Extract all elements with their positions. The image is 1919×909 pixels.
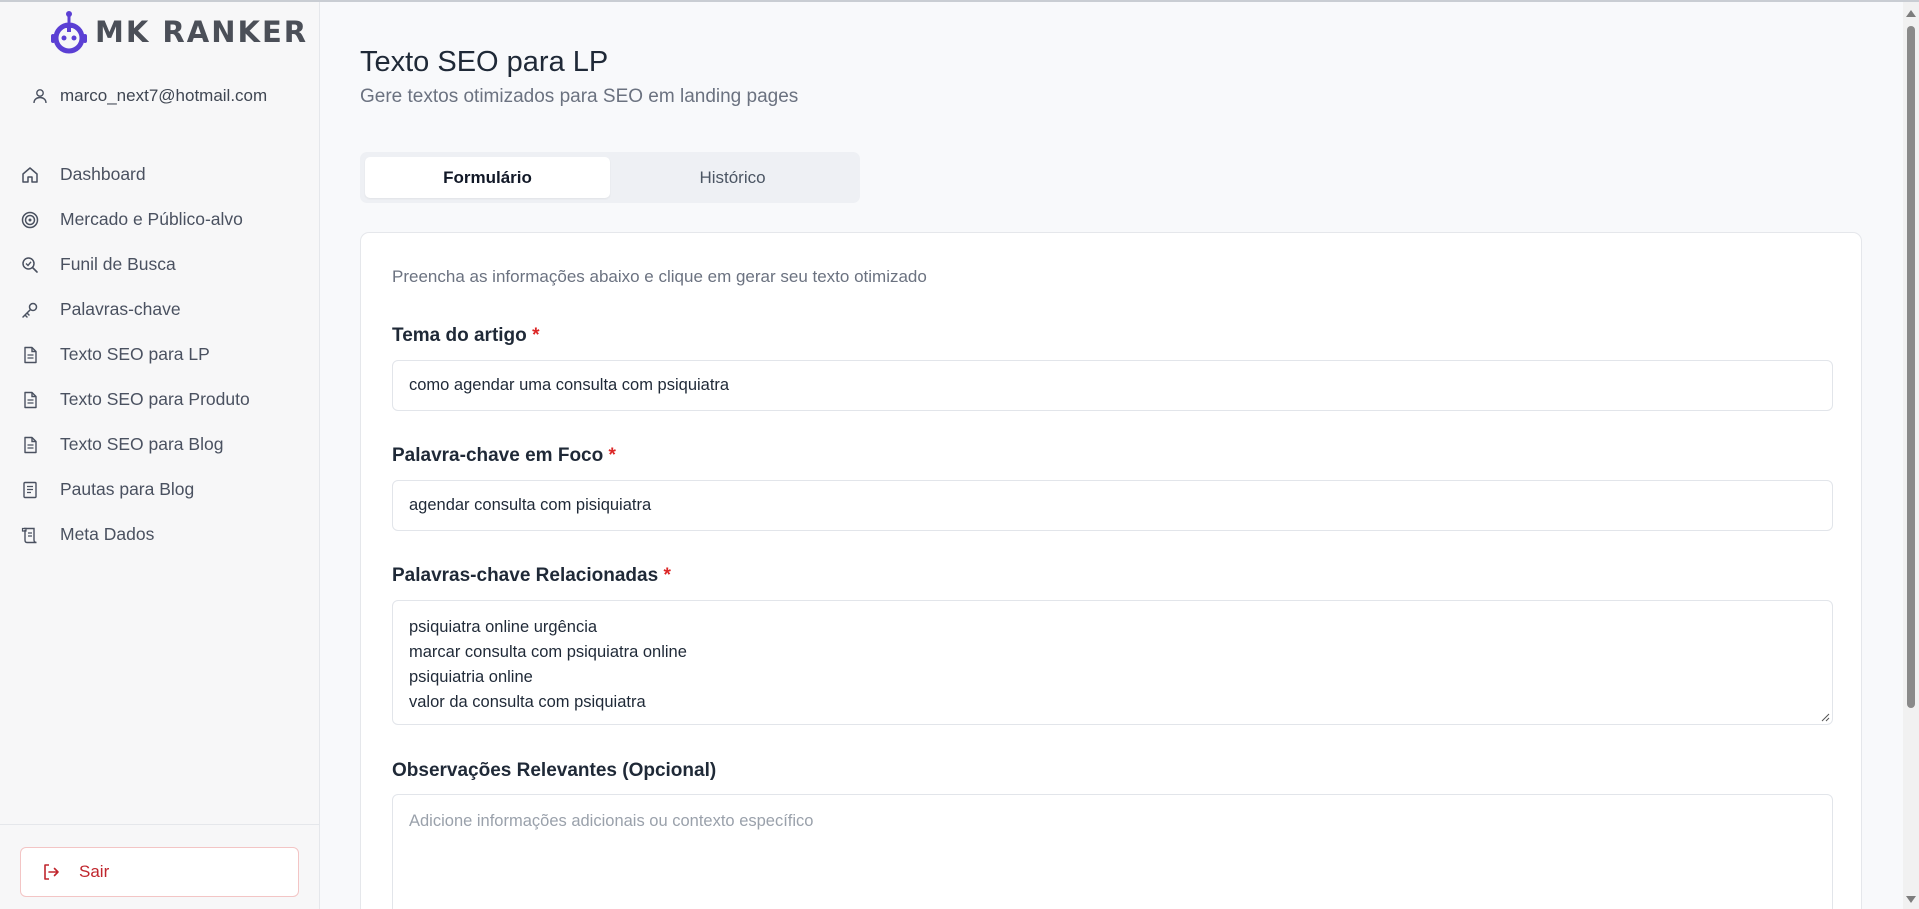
logout-button[interactable]: Sair — [20, 847, 299, 897]
user-info: marco_next7@hotmail.com — [32, 86, 267, 106]
page-scrollbar[interactable] — [1903, 2, 1919, 909]
resize-handle-icon[interactable] — [1820, 712, 1830, 722]
required-marker: * — [663, 565, 671, 586]
sidebar-item-label: Texto SEO para Blog — [60, 434, 224, 454]
logout-label: Sair — [79, 862, 110, 881]
home-icon — [20, 165, 40, 185]
sidebar-item-label: Dashboard — [60, 164, 146, 184]
main-content: Texto SEO para LP Gere textos otimizados… — [321, 2, 1903, 909]
sidebar-item-meta-dados[interactable]: Meta Dados — [0, 512, 320, 557]
form-intro: Preencha as informações abaixo e clique … — [392, 267, 927, 286]
document-icon — [20, 345, 40, 365]
user-icon — [33, 89, 47, 104]
document-icon — [20, 435, 40, 455]
notebook-icon — [20, 480, 40, 500]
sidebar-item-pautas[interactable]: Pautas para Blog — [0, 467, 320, 512]
sidebar-item-label: Meta Dados — [60, 524, 155, 544]
relacionadas-textarea[interactable]: psiquiatra online urgência marcar consul… — [392, 600, 1833, 725]
tema-label: Tema do artigo * — [392, 325, 539, 347]
sidebar-item-texto-blog[interactable]: Texto SEO para Blog — [0, 422, 320, 467]
logo[interactable]: MK RANKER — [45, 8, 308, 56]
document-icon — [20, 390, 40, 410]
tab-historico[interactable]: Histórico — [610, 157, 855, 198]
tema-input-value: como agendar uma consulta com psiquiatra — [409, 376, 730, 394]
sidebar-item-palavras[interactable]: Palavras-chave — [0, 287, 320, 332]
page-title: Texto SEO para LP — [360, 46, 609, 78]
sidebar-footer: Sair — [0, 824, 320, 909]
sidebar-item-texto-produto[interactable]: Texto SEO para Produto — [0, 377, 320, 422]
observacoes-label: Observações Relevantes (Opcional) — [392, 760, 716, 782]
relacionadas-label-text: Palavras-chave Relacionadas — [392, 565, 659, 586]
required-marker: * — [532, 325, 540, 346]
scrollbar-thumb[interactable] — [1907, 26, 1915, 708]
sidebar-nav: Dashboard Mercado e Público-alvo Funil d… — [0, 152, 320, 557]
relacionadas-line: psiquiatra online urgência — [409, 618, 598, 636]
palavra-foco-label-text: Palavra-chave em Foco — [392, 445, 604, 466]
palavra-foco-label: Palavra-chave em Foco * — [392, 445, 616, 467]
relacionadas-line: marcar consulta com psiquiatra online — [409, 643, 687, 661]
user-email: marco_next7@hotmail.com — [60, 86, 268, 105]
page-subtitle: Gere textos otimizados para SEO em landi… — [360, 86, 799, 107]
sidebar-item-funil[interactable]: Funil de Busca — [0, 242, 320, 287]
form-card: Preencha as informações abaixo e clique … — [360, 232, 1862, 909]
observacoes-placeholder: Adicione informações adicionais ou conte… — [409, 812, 814, 830]
observacoes-textarea[interactable]: Adicione informações adicionais ou conte… — [392, 794, 1833, 909]
sidebar-item-label: Funil de Busca — [60, 254, 176, 274]
tab-formulario[interactable]: Formulário — [365, 157, 610, 198]
sidebar-item-label: Texto SEO para Produto — [60, 389, 250, 409]
key-icon — [20, 300, 40, 320]
sidebar-item-label: Pautas para Blog — [60, 479, 195, 499]
logo-text: MK RANKER — [95, 15, 309, 49]
palavra-foco-input[interactable]: agendar consulta com pisiquiatra — [392, 480, 1833, 531]
relacionadas-label: Palavras-chave Relacionadas * — [392, 565, 671, 587]
tema-label-text: Tema do artigo — [392, 325, 527, 346]
sidebar-item-dashboard[interactable]: Dashboard — [0, 152, 320, 197]
sidebar-item-label: Palavras-chave — [60, 299, 181, 319]
logout-icon — [44, 864, 59, 880]
scroll-up-arrow-icon[interactable] — [1906, 10, 1916, 17]
observacoes-label-text: Observações Relevantes (Opcional) — [392, 760, 717, 781]
tab-list: Formulário Histórico — [360, 152, 860, 203]
tema-input[interactable]: como agendar uma consulta com psiquiatra — [392, 360, 1833, 411]
scroll-down-arrow-icon[interactable] — [1906, 896, 1916, 903]
target-icon — [20, 210, 40, 230]
sidebar-item-label: Texto SEO para LP — [60, 344, 210, 364]
sidebar: MK RANKER marco_next7@hotmail.com Dashbo… — [0, 2, 320, 909]
search-check-icon — [20, 255, 40, 275]
sidebar-item-mercado[interactable]: Mercado e Público-alvo — [0, 197, 320, 242]
sidebar-item-texto-lp[interactable]: Texto SEO para LP — [0, 332, 320, 377]
relacionadas-line: psiquiatria online — [409, 668, 533, 686]
palavra-foco-input-value: agendar consulta com pisiquiatra — [409, 496, 652, 514]
scroll-icon — [20, 525, 40, 545]
sidebar-item-label: Mercado e Público-alvo — [60, 209, 243, 229]
relacionadas-line: valor da consulta com psiquiatra — [409, 693, 646, 711]
required-marker: * — [608, 445, 616, 466]
robot-logo-icon — [51, 11, 87, 54]
